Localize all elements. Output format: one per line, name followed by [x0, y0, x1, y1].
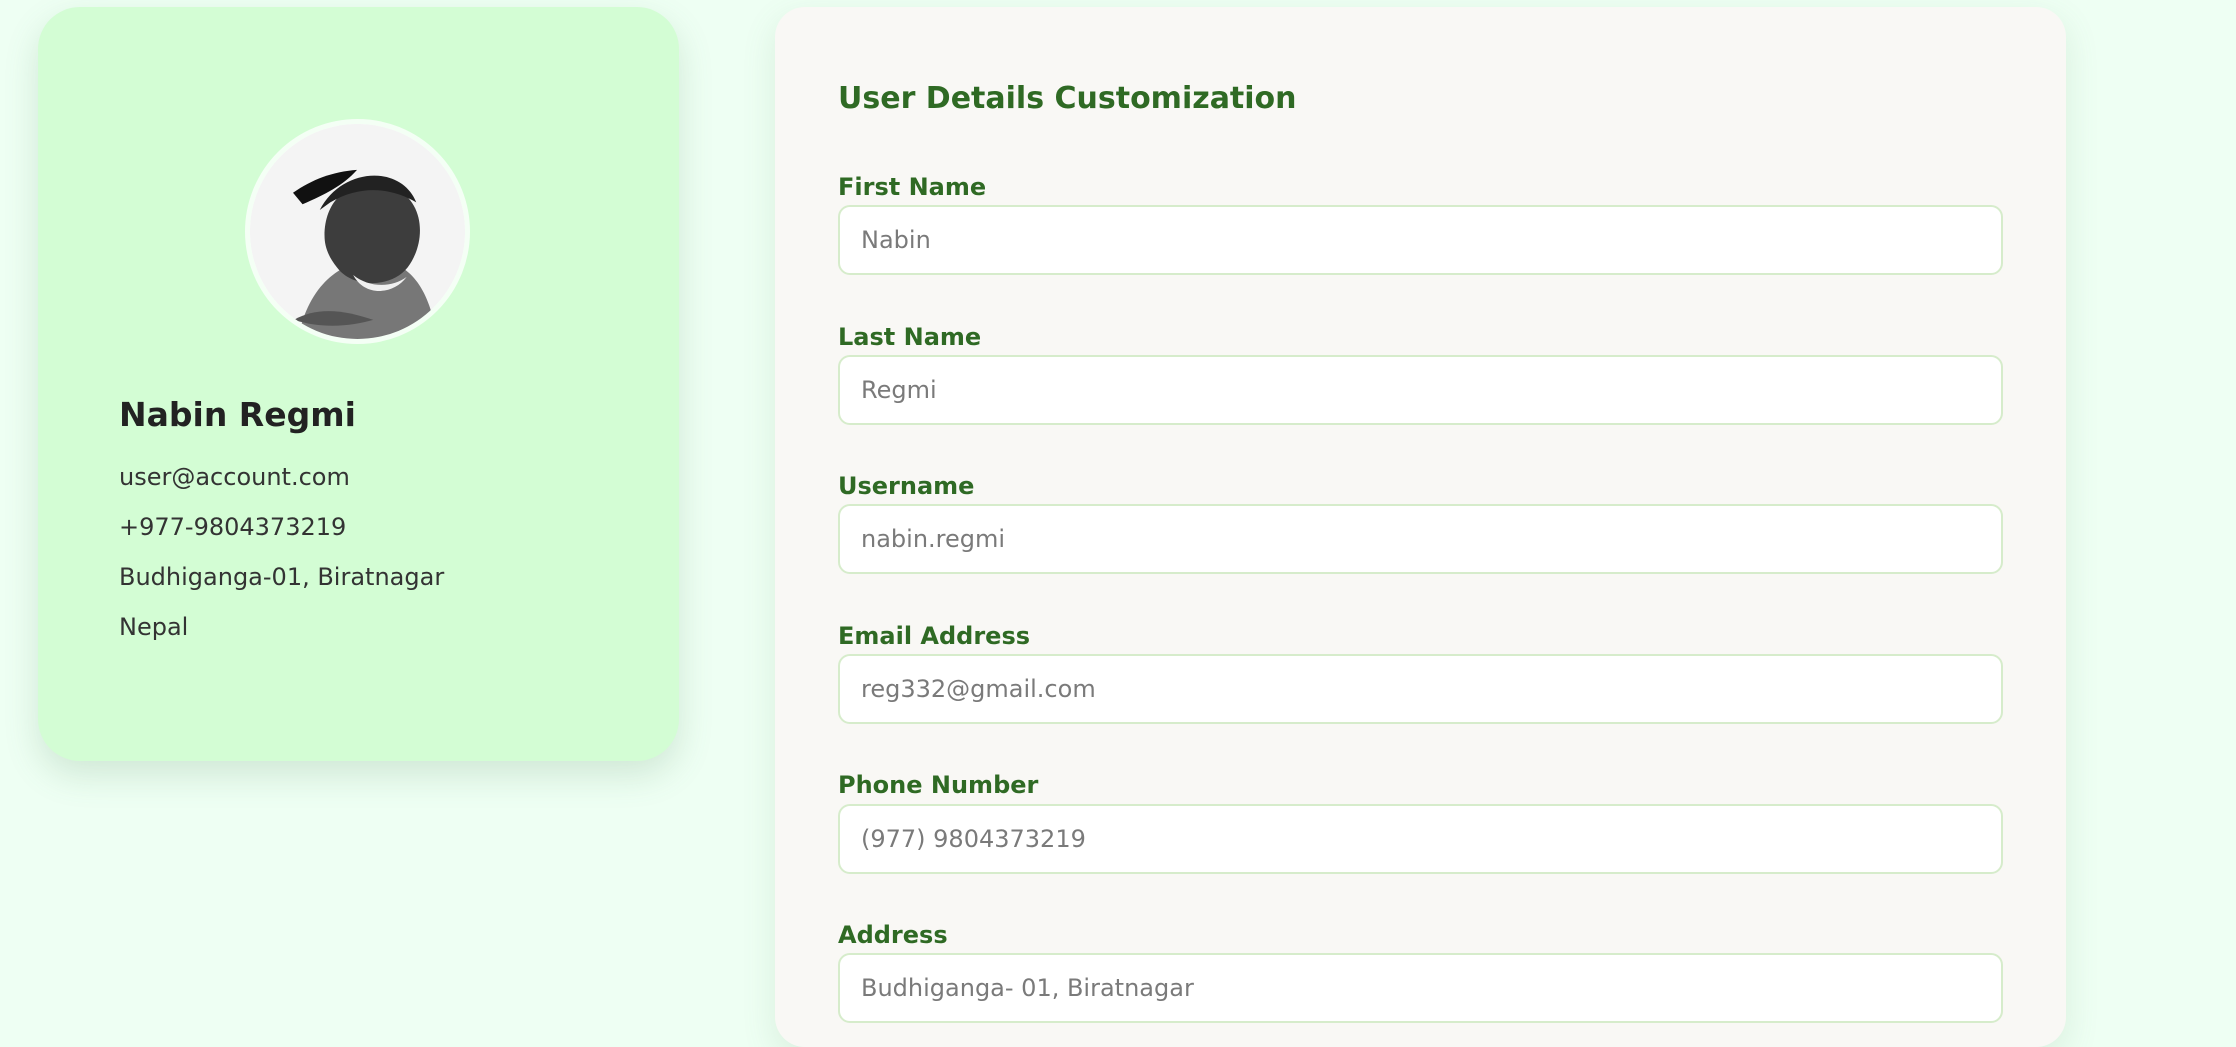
- profile-name: Nabin Regmi: [119, 395, 356, 434]
- profile-phone: +977-9804373219: [119, 513, 347, 541]
- email-input[interactable]: [838, 654, 2003, 724]
- user-details-form: User Details Customization First Name La…: [775, 7, 2066, 1047]
- username-input[interactable]: [838, 504, 2003, 574]
- last-name-input[interactable]: [838, 355, 2003, 425]
- first-name-input[interactable]: [838, 205, 2003, 275]
- first-name-label: First Name: [838, 173, 987, 201]
- profile-country: Nepal: [119, 613, 189, 641]
- phone-input[interactable]: [838, 804, 2003, 874]
- phone-label: Phone Number: [838, 771, 1039, 799]
- profile-card: Nabin Regmi user@account.com +977-980437…: [38, 7, 679, 761]
- profile-address: Budhiganga-01, Biratnagar: [119, 563, 445, 591]
- email-label: Email Address: [838, 622, 1031, 650]
- username-label: Username: [838, 472, 975, 500]
- address-input[interactable]: [838, 953, 2003, 1023]
- last-name-label: Last Name: [838, 323, 982, 351]
- avatar-photo-icon: [250, 124, 465, 339]
- address-label: Address: [838, 921, 948, 949]
- form-title: User Details Customization: [838, 81, 1297, 116]
- profile-email: user@account.com: [119, 463, 350, 491]
- profile-avatar: [245, 119, 470, 344]
